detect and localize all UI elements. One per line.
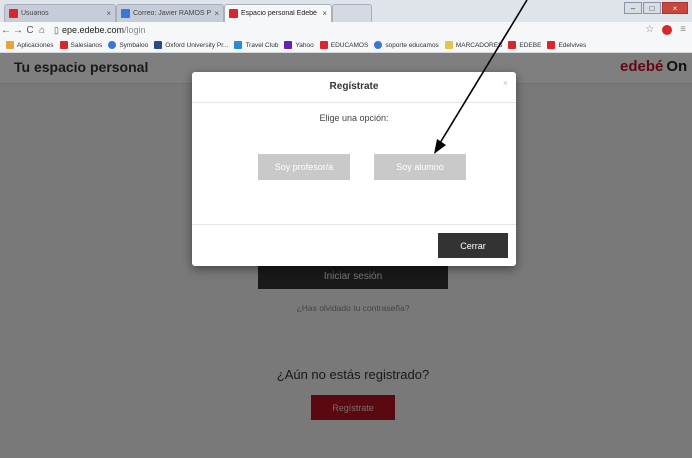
page-icon: ▯ — [54, 24, 59, 35]
maximize-icon[interactable]: □ — [643, 2, 661, 14]
url-path: /login — [124, 25, 146, 35]
back-arrow-icon[interactable]: ← — [0, 25, 12, 36]
bookmark-aplicaciones[interactable]: Aplicaciones — [6, 41, 54, 49]
bookmark-label: Yahoo — [295, 41, 314, 49]
apps-grid-icon — [6, 41, 14, 49]
bookmark-educamos[interactable]: EDUCAMOS — [319, 41, 369, 49]
folder-icon — [444, 41, 453, 49]
bookmark-favicon-icon — [374, 41, 383, 49]
bookmark-favicon-icon — [547, 41, 556, 49]
bookmark-oxford[interactable]: Oxford University Pr... — [154, 41, 228, 49]
tab-label: Espacio personal Edebé — [241, 10, 317, 17]
student-option-button[interactable]: Soy alumno — [374, 154, 466, 180]
bookmark-favicon-icon — [508, 41, 517, 49]
bookmark-favicon-icon — [154, 41, 163, 49]
bookmark-edelvives[interactable]: Edelvives — [547, 41, 586, 49]
bookmark-travel-club[interactable]: Travel Club — [234, 41, 278, 49]
modal-subtitle: Elige una opción: — [319, 113, 389, 123]
address-bar: ← → C ⌂ ▯ epe.edebe.com/login ☆ ≡ — [0, 22, 692, 38]
tab-label: Usuarios — [21, 10, 49, 17]
reload-icon[interactable]: C — [24, 25, 36, 36]
window-controls: – □ × — [624, 2, 688, 14]
tab-favicon-icon — [229, 9, 238, 18]
bookmark-marcadores[interactable]: MARCADORES — [444, 41, 503, 49]
modal-close-icon[interactable]: × — [503, 78, 508, 88]
forward-arrow-icon[interactable]: → — [12, 25, 24, 36]
menu-icon[interactable]: ≡ — [680, 24, 686, 35]
tab-label: Correo: Javier RAMOS PEÑ — [133, 10, 212, 17]
modal-footer: Cerrar — [192, 224, 516, 267]
bookmark-label: EDEBE — [519, 41, 542, 49]
tab-close-icon[interactable]: × — [106, 9, 111, 18]
window-close-icon[interactable]: × — [662, 2, 688, 14]
bookmark-symbaloo[interactable]: Symbaloo — [108, 41, 148, 49]
bookmark-label: soporte educamos — [385, 41, 439, 49]
tab-favicon-icon — [9, 9, 18, 18]
bookmark-label: Oxford University Pr... — [165, 41, 229, 49]
toolbar-icons: ☆ ≡ — [645, 24, 686, 35]
tab-close-icon[interactable]: × — [322, 9, 327, 18]
bookmark-favicon-icon — [319, 41, 328, 49]
home-icon[interactable]: ⌂ — [36, 25, 48, 36]
bookmark-favicon-icon — [59, 41, 68, 49]
bookmark-yahoo[interactable]: Yahoo — [284, 41, 314, 49]
bookmark-label: Salesianos — [70, 41, 103, 49]
register-modal: Regístrate × Elige una opción: Soy profe… — [192, 72, 516, 266]
close-button[interactable]: Cerrar — [438, 233, 508, 258]
star-icon[interactable]: ☆ — [645, 24, 654, 35]
url-field[interactable]: ▯ epe.edebe.com/login — [54, 25, 146, 36]
modal-title: Regístrate — [329, 81, 379, 92]
tab-correo[interactable]: Correo: Javier RAMOS PEÑ × — [116, 4, 224, 22]
bookmark-label: Travel Club — [245, 41, 279, 49]
modal-header: Regístrate × — [192, 72, 516, 103]
minimize-icon[interactable]: – — [624, 2, 642, 14]
bookmark-favicon-icon — [234, 41, 243, 49]
bookmark-favicon-icon — [284, 41, 293, 49]
extension-icon[interactable] — [662, 25, 673, 35]
bookmark-label: Symbaloo — [119, 41, 149, 49]
new-tab-button[interactable] — [332, 4, 372, 22]
tab-espacio-personal[interactable]: Espacio personal Edebé × — [224, 4, 332, 22]
bookmark-label: Edelvives — [558, 41, 587, 49]
bookmarks-bar: Aplicaciones Salesianos Symbaloo Oxford … — [0, 38, 692, 53]
bookmark-salesianos[interactable]: Salesianos — [59, 41, 103, 49]
bookmark-label: EDUCAMOS — [330, 41, 369, 49]
bookmark-label: Aplicaciones — [17, 41, 54, 49]
teacher-option-button[interactable]: Soy profesor/a — [258, 154, 350, 180]
tab-favicon-icon — [121, 9, 130, 18]
bookmark-label: MARCADORES — [455, 41, 503, 49]
bookmark-soporte-educamos[interactable]: soporte educamos — [374, 41, 439, 49]
tab-usuarios[interactable]: Usuarios × — [4, 4, 116, 22]
url-host: epe.edebe.com — [61, 25, 124, 35]
bookmark-edebe[interactable]: EDEBE — [508, 41, 541, 49]
bookmark-favicon-icon — [108, 41, 117, 49]
browser-tab-strip: Usuarios × Correo: Javier RAMOS PEÑ × Es… — [0, 0, 692, 22]
tab-close-icon[interactable]: × — [214, 9, 219, 18]
